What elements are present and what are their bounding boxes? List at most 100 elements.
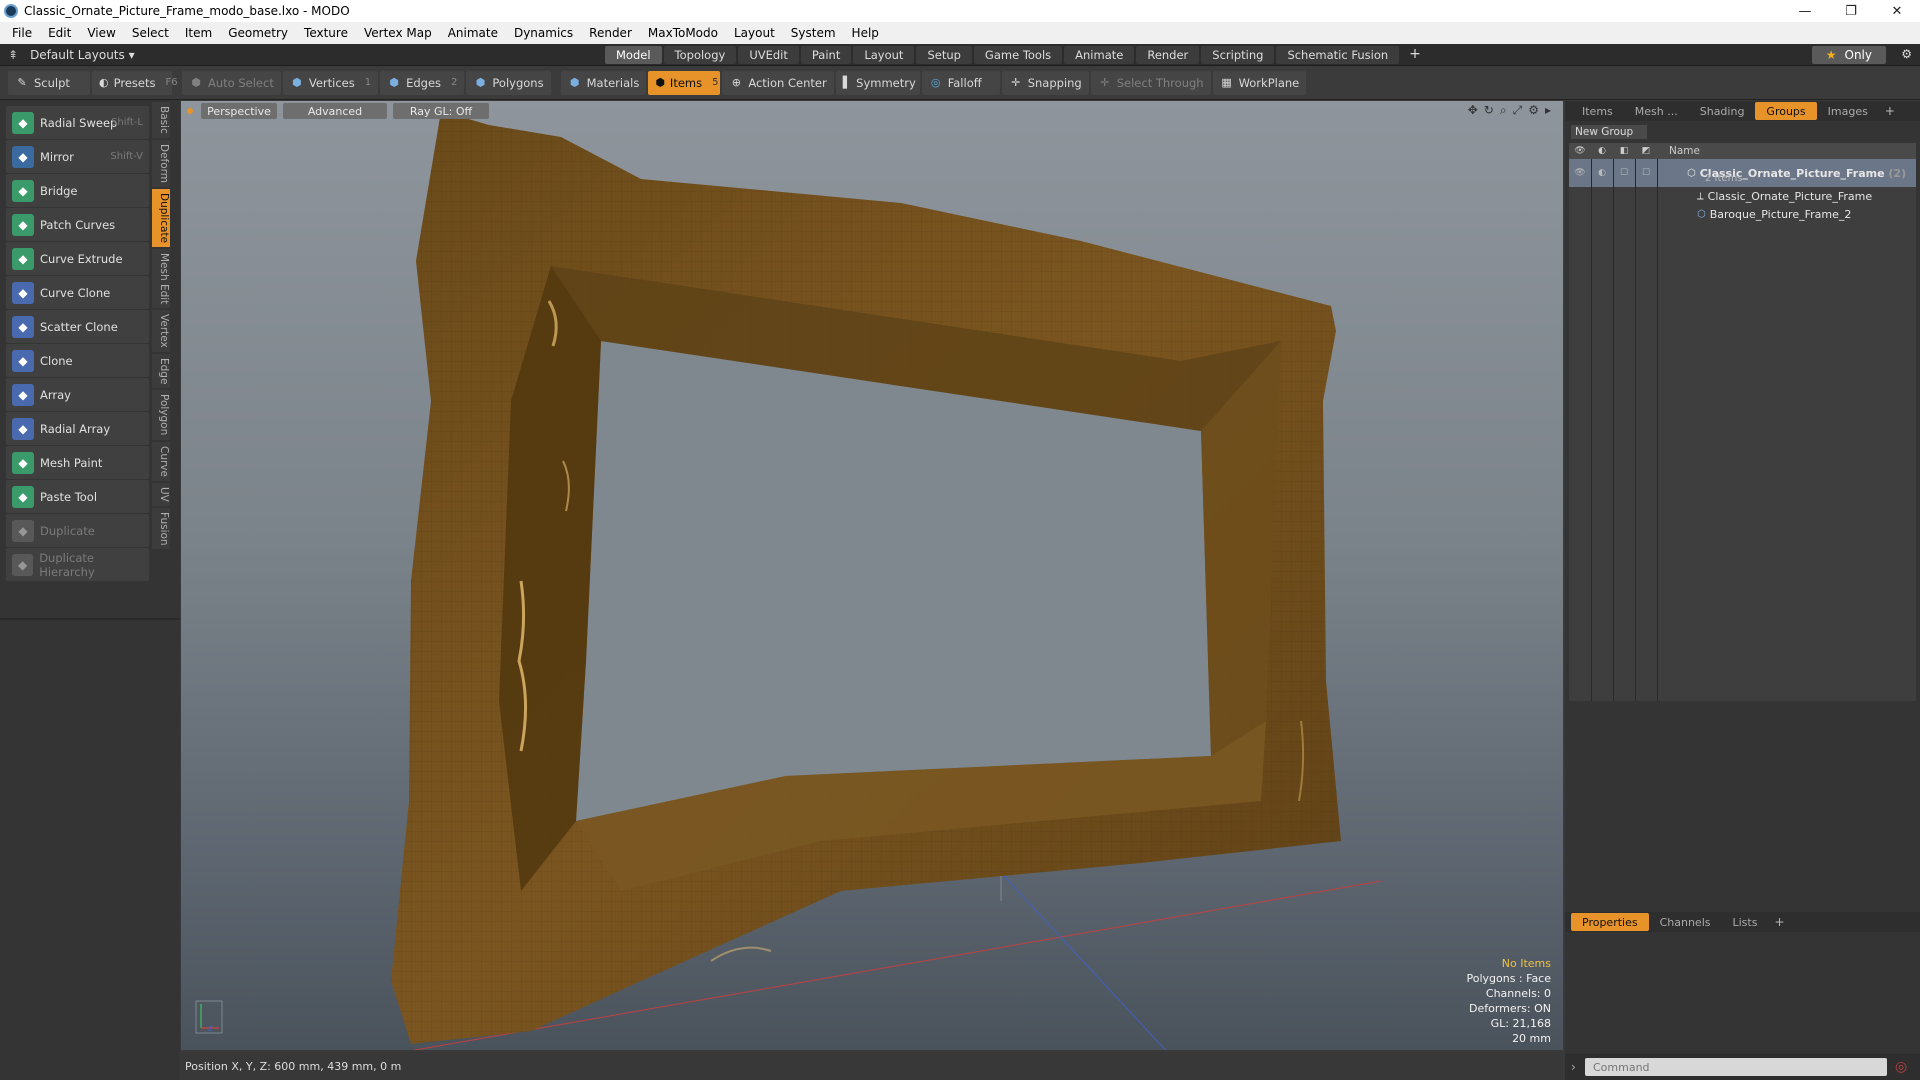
layout-selector[interactable]: ⇞ Default Layouts ▾ (0, 48, 600, 62)
tab-paint[interactable]: Paint (800, 46, 852, 64)
eye-icon[interactable]: 👁 (1569, 168, 1591, 178)
tab-images[interactable]: Images (1817, 102, 1879, 120)
symmetry-button[interactable]: ▌ Symmetry (835, 70, 920, 95)
vtab-curve[interactable]: Curve (152, 441, 170, 481)
add-tab-button[interactable]: + (1401, 46, 1429, 64)
menu-help[interactable]: Help (844, 26, 887, 40)
perspective-dropdown[interactable]: Perspective (201, 103, 277, 119)
tool-clone[interactable]: ◆ Clone (6, 344, 149, 377)
tab-model[interactable]: Model (605, 46, 662, 64)
auto-select-button[interactable]: ⬢ Auto Select (182, 70, 281, 95)
menu-system[interactable]: System (783, 26, 844, 40)
tab-setup[interactable]: Setup (916, 46, 972, 64)
tab-properties[interactable]: Properties (1571, 913, 1649, 931)
new-group-button[interactable]: New Group (1571, 125, 1647, 139)
snapping-button[interactable]: ✛ Snapping (1001, 70, 1089, 95)
vtab-edge[interactable]: Edge (152, 353, 170, 389)
zoom-icon[interactable]: ⌕ (1500, 103, 1507, 118)
tab-scripting[interactable]: Scripting (1201, 46, 1275, 64)
menu-texture[interactable]: Texture (296, 26, 356, 40)
select-toggle-icon[interactable]: ☐ (1635, 168, 1657, 178)
minimize-button[interactable]: — (1782, 0, 1828, 22)
tab-lists[interactable]: Lists (1722, 913, 1769, 931)
vtab-deform[interactable]: Deform (152, 139, 170, 187)
menu-view[interactable]: View (79, 26, 123, 40)
tool-patch-curves[interactable]: ◆ Patch Curves (6, 208, 149, 241)
gear-icon[interactable]: ⚙ (1901, 47, 1912, 61)
items-button[interactable]: ⬢ Items 5 (648, 70, 721, 95)
group-row[interactable]: 👁 ◐ ☐ ☐ ⬡ Classic_Ornate_Picture_Frame (… (1569, 159, 1916, 187)
sculpt-button[interactable]: ✎ Sculpt (8, 70, 90, 95)
tool-array[interactable]: ◆ Array (6, 378, 149, 411)
tool-curve-extrude[interactable]: ◆ Curve Extrude (6, 242, 149, 275)
menu-vertex-map[interactable]: Vertex Map (356, 26, 440, 40)
tool-mirror[interactable]: ◆ Mirror Shift-V (6, 140, 149, 173)
tool-radial-sweep[interactable]: ◆ Radial Sweep Shift-L (6, 106, 149, 139)
raygl-dropdown[interactable]: Ray GL: Off (393, 103, 489, 119)
tool-mesh-paint[interactable]: ◆ Mesh Paint (6, 446, 149, 479)
viewport-menu-dot[interactable] (187, 108, 193, 114)
vtab-mesh-edit[interactable]: Mesh Edit (152, 248, 170, 309)
lock-toggle-icon[interactable]: ☐ (1613, 168, 1635, 178)
pan-icon[interactable]: ✥ (1468, 103, 1478, 118)
close-button[interactable]: ✕ (1874, 0, 1920, 22)
3d-viewport[interactable]: Perspective Advanced Ray GL: Off ✥ ↻ ⌕ ⤢… (181, 101, 1563, 1050)
tool-paste-tool[interactable]: ◆ Paste Tool (6, 480, 149, 513)
vtab-polygon[interactable]: Polygon (152, 390, 170, 440)
menu-item[interactable]: Item (177, 26, 220, 40)
tool-bridge[interactable]: ◆ Bridge (6, 174, 149, 207)
add-panel-tab-button[interactable]: + (1879, 104, 1901, 118)
tool-radial-array[interactable]: ◆ Radial Array (6, 412, 149, 445)
vtab-duplicate[interactable]: Duplicate (152, 188, 170, 247)
rotate-icon[interactable]: ↻ (1484, 103, 1494, 118)
menu-dynamics[interactable]: Dynamics (506, 26, 581, 40)
falloff-button[interactable]: ◎ Falloff (921, 70, 1000, 95)
only-button[interactable]: ★ Only (1811, 46, 1886, 64)
fit-icon[interactable]: ⤢ (1513, 103, 1523, 118)
tool-duplicate-hierarchy[interactable]: ◆ Duplicate Hierarchy (6, 548, 149, 581)
tab-layout[interactable]: Layout (853, 46, 915, 64)
tab-render[interactable]: Render (1136, 46, 1200, 64)
expand-arrow-icon[interactable]: ▸ (1545, 103, 1551, 118)
vtab-uv[interactable]: UV (152, 482, 170, 506)
workplane-button[interactable]: ▦ WorkPlane (1212, 70, 1307, 95)
command-history-icon[interactable]: ◎ (1895, 1059, 1907, 1075)
vtab-basic[interactable]: Basic (152, 102, 170, 138)
select-through-button[interactable]: ✛ Select Through (1090, 70, 1211, 95)
tab-mesh[interactable]: Mesh ... (1624, 102, 1689, 120)
tool-duplicate[interactable]: ◆ Duplicate (6, 514, 149, 547)
tab-groups[interactable]: Groups (1755, 102, 1817, 120)
tab-shading[interactable]: Shading (1689, 102, 1756, 120)
tab-topology[interactable]: Topology (663, 46, 737, 64)
menu-layout[interactable]: Layout (726, 26, 783, 40)
command-input[interactable]: Command (1585, 1058, 1887, 1076)
group-child-row[interactable]: ⬡ Baroque_Picture_Frame_2 (1569, 205, 1916, 223)
tab-channels[interactable]: Channels (1649, 913, 1722, 931)
menu-geometry[interactable]: Geometry (220, 26, 296, 40)
menu-render[interactable]: Render (581, 26, 640, 40)
vtab-vertex[interactable]: Vertex (152, 310, 170, 352)
tab-animate[interactable]: Animate (1064, 46, 1135, 64)
tab-schematic-fusion[interactable]: Schematic Fusion (1276, 46, 1400, 64)
advanced-dropdown[interactable]: Advanced (283, 103, 387, 119)
menu-maxtomodo[interactable]: MaxToModo (640, 26, 726, 40)
render-toggle-icon[interactable]: ◐ (1591, 168, 1613, 178)
vtab-fusion[interactable]: Fusion (152, 507, 170, 550)
menu-select[interactable]: Select (124, 26, 177, 40)
tab-items[interactable]: Items (1571, 102, 1624, 120)
tab-uvedit[interactable]: UVEdit (738, 46, 799, 64)
menu-edit[interactable]: Edit (40, 26, 79, 40)
tool-scatter-clone[interactable]: ◆ Scatter Clone (6, 310, 149, 343)
tool-curve-clone[interactable]: ◆ Curve Clone (6, 276, 149, 309)
materials-button[interactable]: ⬢ Materials (560, 70, 647, 95)
menu-file[interactable]: File (4, 26, 40, 40)
edges-button[interactable]: ⬢ Edges 2 (380, 70, 465, 95)
action-center-button[interactable]: ⊕ Action Center (722, 70, 834, 95)
add-properties-tab-button[interactable]: + (1768, 915, 1790, 929)
viewport-settings-icon[interactable]: ⚙ (1528, 103, 1539, 118)
polygons-button[interactable]: ⬢ Polygons (466, 70, 551, 95)
presets-button[interactable]: ◐ Presets F6 (92, 70, 178, 95)
vertices-button[interactable]: ⬢ Vertices 1 (282, 70, 379, 95)
maximize-button[interactable]: ❐ (1828, 0, 1874, 22)
menu-animate[interactable]: Animate (440, 26, 506, 40)
